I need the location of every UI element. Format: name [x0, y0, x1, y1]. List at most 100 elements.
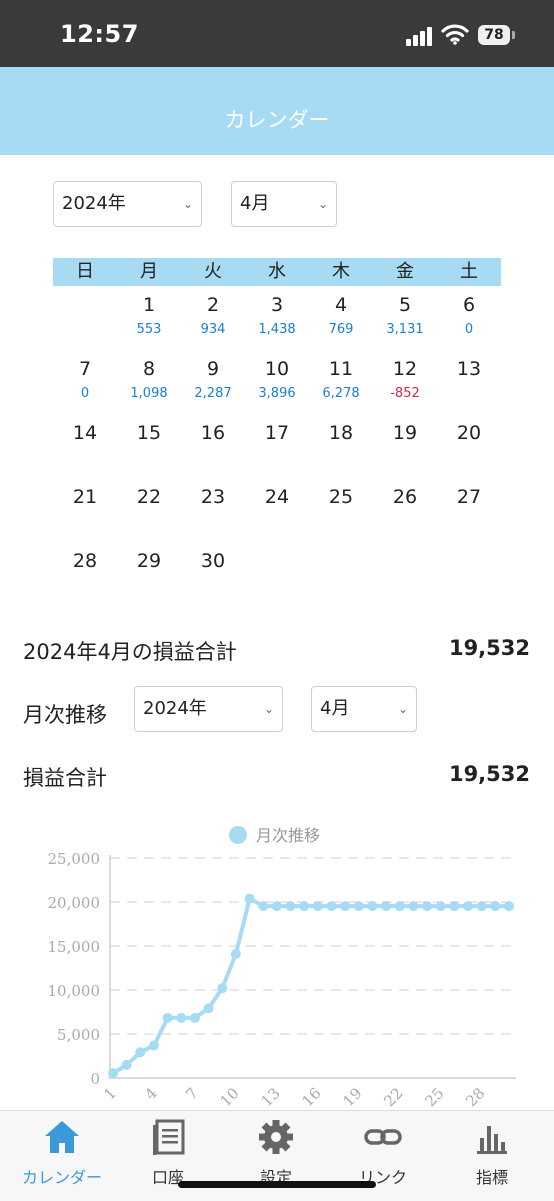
y-tick-label: 10,000: [48, 982, 101, 1000]
calendar-day-number: 9: [206, 358, 220, 380]
pl-total-label: 損益合計: [23, 766, 107, 790]
y-tick-label: 5,000: [57, 1026, 100, 1044]
data-point: [176, 1012, 187, 1023]
calendar-day-number: 16: [200, 422, 226, 444]
calendar-day-number: 8: [142, 358, 156, 380]
calendar-day-cell[interactable]: 9 2,287: [181, 356, 245, 401]
calendar-day-cell[interactable]: 60: [437, 292, 501, 337]
trend-year-select[interactable]: 2024年 ⌄: [134, 686, 283, 732]
calendar-day-cell[interactable]: 10 3,896: [245, 356, 309, 401]
calendar-day-number: 11: [328, 358, 354, 380]
calendar-day-cell[interactable]: 8 1,098: [117, 356, 181, 401]
calendar-day-number: 2: [206, 294, 220, 316]
data-point: [203, 1003, 214, 1014]
calendar-year-value: 2024年: [62, 193, 126, 214]
calendar-day-cell[interactable]: 25: [309, 484, 373, 510]
calendar-day-number: 21: [72, 486, 98, 508]
calendar-day-cell[interactable]: 24: [245, 484, 309, 510]
calendar-day-cell[interactable]: 14: [53, 420, 117, 446]
calendar-day-number: 1: [142, 294, 156, 316]
battery-icon: [512, 31, 515, 39]
calendar-day-cell[interactable]: 13: [437, 356, 501, 382]
calendar-day-cell[interactable]: 18: [309, 420, 373, 446]
y-tick-label: 25,000: [48, 850, 101, 868]
tab-settings[interactable]: 設定: [236, 1118, 316, 1188]
cellular-signal-icon: [406, 26, 434, 46]
calendar-day-cell[interactable]: 23: [181, 484, 245, 510]
weekday-header: 日月火水木金土: [53, 258, 501, 286]
calendar-month-select[interactable]: 4月 ⌄: [231, 181, 337, 227]
tab-account[interactable]: 口座: [128, 1118, 208, 1188]
calendar-day-pl: 934: [200, 322, 226, 337]
calendar-day-cell[interactable]: 2 934: [181, 292, 245, 337]
data-point: [435, 901, 446, 912]
calendar-day-number: 20: [456, 422, 482, 444]
chevron-down-icon: ⌄: [317, 197, 328, 211]
calendar-day-number: 5: [398, 294, 412, 316]
calendar-day-number: 19: [392, 422, 418, 444]
weekday-label: 水: [268, 261, 286, 282]
monthly-trend-label: 月次推移: [23, 703, 107, 727]
data-point: [394, 901, 405, 912]
weekday-label: 日: [76, 261, 94, 282]
calendar-day-number: 18: [328, 422, 354, 444]
calendar-day-number: 27: [456, 486, 482, 508]
x-tick-label: 25: [421, 1084, 447, 1110]
calendar-day-cell[interactable]: 19: [373, 420, 437, 446]
data-point: [244, 893, 255, 904]
data-point: [504, 901, 514, 912]
chevron-down-icon: ⌄: [182, 197, 193, 211]
calendar-day-cell[interactable]: 17: [245, 420, 309, 446]
calendar-year-select[interactable]: 2024年 ⌄: [53, 181, 202, 227]
calendar-day-cell[interactable]: 29: [117, 548, 181, 574]
bar-chart-icon: [477, 1126, 507, 1154]
data-point: [258, 901, 269, 912]
data-point: [422, 901, 433, 912]
calendar-day-cell[interactable]: 30: [181, 548, 245, 574]
data-point: [162, 1012, 173, 1023]
calendar-day-pl: 6,278: [322, 386, 360, 401]
calendar-day-number: 12: [392, 358, 418, 380]
calendar-day-number: 23: [200, 486, 226, 508]
calendar-day-cell[interactable]: 21: [53, 484, 117, 510]
tab-indicators[interactable]: 指標: [452, 1118, 532, 1188]
y-tick-label: 0: [90, 1070, 100, 1088]
calendar-day-cell[interactable]: 16: [181, 420, 245, 446]
calendar-day-cell[interactable]: 12 -852: [373, 356, 437, 401]
calendar-day-number: 17: [264, 422, 290, 444]
x-tick-label: 28: [462, 1084, 488, 1110]
calendar-day-number: 29: [136, 550, 162, 572]
home-indicator: [178, 1181, 376, 1188]
month-total-label: 2024年4月の損益合計: [23, 640, 237, 664]
tab-calendar[interactable]: カレンダー: [22, 1118, 102, 1188]
calendar-day-cell[interactable]: 26: [373, 484, 437, 510]
trend-month-select[interactable]: 4月 ⌄: [311, 686, 417, 732]
battery-level: 78: [478, 25, 510, 45]
tab-label: カレンダー: [22, 1168, 103, 1187]
legend-label: 月次推移: [256, 826, 320, 845]
gear-icon: [259, 1120, 293, 1154]
calendar-day-number: 4: [334, 294, 348, 316]
chevron-down-icon: ⌄: [263, 702, 274, 716]
calendar-day-cell[interactable]: 4 769: [309, 292, 373, 337]
calendar-day-cell[interactable]: 15: [117, 420, 181, 446]
calendar-day-cell[interactable]: 1 553: [117, 292, 181, 337]
calendar-day-cell[interactable]: 22: [117, 484, 181, 510]
data-point: [285, 901, 296, 912]
data-point: [299, 901, 310, 912]
data-point: [476, 901, 487, 912]
calendar-day-number: 22: [136, 486, 162, 508]
y-tick-label: 20,000: [48, 894, 101, 912]
tab-link[interactable]: リンク: [343, 1118, 423, 1188]
data-point: [408, 901, 419, 912]
calendar-day-cell[interactable]: 28: [53, 548, 117, 574]
calendar-day-cell[interactable]: 11 6,278: [309, 356, 373, 401]
calendar-day-cell[interactable]: 3 1,438: [245, 292, 309, 337]
status-bar: 12:57 78: [0, 0, 554, 67]
calendar-day-cell[interactable]: 20: [437, 420, 501, 446]
calendar-day-cell[interactable]: 27: [437, 484, 501, 510]
data-point: [326, 901, 337, 912]
calendar-day-cell[interactable]: 5 3,131: [373, 292, 437, 337]
calendar-day-cell[interactable]: 70: [53, 356, 117, 401]
data-point: [449, 901, 460, 912]
